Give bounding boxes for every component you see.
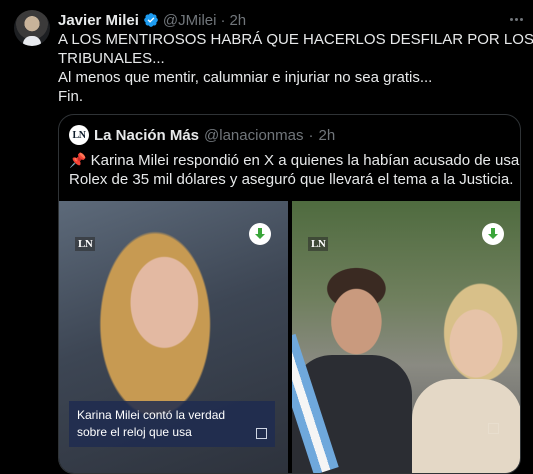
quoted-text-line-2: Rolex de 35 mil dólares y aseguró que ll… [69,171,514,188]
ln-watermark: LN [308,237,329,251]
verified-badge-icon [144,13,158,27]
tweet-text: A LOS MENTIROSOS HABRÁ QUE HACERLOS DESF… [58,30,533,106]
download-arrow-icon[interactable] [249,223,271,245]
media-photo-karina[interactable]: LN Karina Milei contó la verdad sobre el… [59,201,288,473]
quoted-tweet-header: LN La Nación Más @lanacionmas · 2h [69,125,335,145]
ln-watermark: LN [75,237,96,251]
quoted-tweet-time[interactable]: 2h [318,127,335,144]
expand-icon [488,423,499,434]
quoted-text-line: 📌 Karina Milei respondió en X a quienes … [69,151,520,170]
download-arrow-icon[interactable] [482,223,504,245]
media-caption-line: sobre el reloj que usa [77,425,192,439]
media-caption: Karina Milei contó la verdad sobre el re… [69,401,275,447]
quoted-author-name[interactable]: La Nación Más [94,127,199,144]
media-photo-milei[interactable]: LN [292,201,520,473]
expand-icon [256,428,267,439]
tweet[interactable]: Javier Milei @JMilei · 2h A LOS MENTIROS… [0,0,533,474]
media-caption-line: Karina Milei contó la verdad [77,408,226,422]
tweet-header: Javier Milei @JMilei · 2h [58,11,246,29]
author-name[interactable]: Javier Milei [58,12,139,29]
quoted-tweet-text: 📌 Karina Milei respondió en X a quienes … [69,151,520,189]
tweet-text-line: A LOS MENTIROSOS HABRÁ QUE HACERLOS DESF… [58,31,533,48]
quoted-text-line-1: Karina Milei respondió en X a quienes la… [90,152,521,169]
header-separator: · [220,11,226,29]
quoted-author-avatar[interactable]: LN [69,125,89,145]
tweet-text-line: Fin. [58,88,84,105]
tweet-time[interactable]: 2h [229,12,246,29]
quoted-header-separator: · [308,126,314,144]
more-options-icon[interactable] [505,9,527,29]
quoted-tweet[interactable]: LN La Nación Más @lanacionmas · 2h 📌 Kar… [58,114,521,474]
tweet-text-line: Al menos que mentir, calumniar e injuria… [58,69,433,86]
quoted-media: LN Karina Milei contó la verdad sobre el… [59,201,520,473]
author-avatar[interactable] [14,10,50,46]
tweet-text-line: TRIBUNALES... [58,50,165,67]
coat-shape [412,379,520,473]
pushpin-icon: 📌 [69,152,87,168]
author-handle[interactable]: @JMilei [163,12,217,29]
quoted-author-handle[interactable]: @lanacionmas [204,127,303,144]
